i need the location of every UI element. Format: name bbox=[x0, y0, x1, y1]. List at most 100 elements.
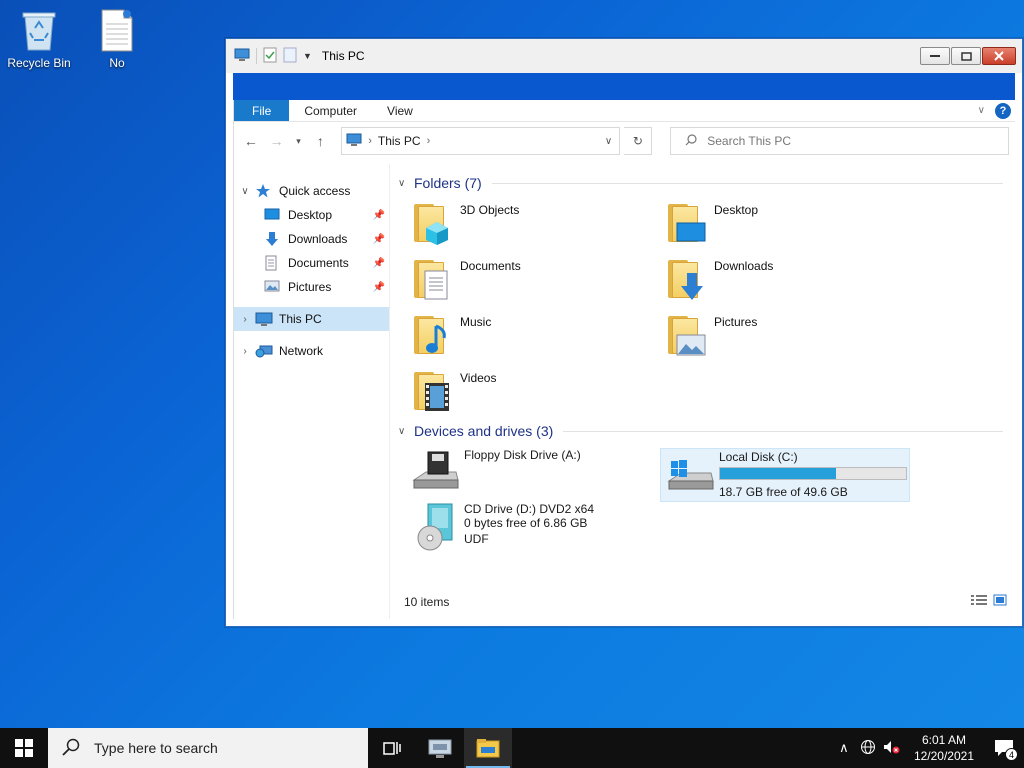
folder-desktop[interactable]: Desktop bbox=[666, 200, 920, 248]
desktop-icon-label: Recycle Bin bbox=[7, 56, 71, 70]
close-button[interactable] bbox=[982, 47, 1016, 65]
drive-local-c[interactable]: Local Disk (C:) 18.7 GB free of 49.6 GB bbox=[660, 448, 910, 502]
taskbar-app-file-explorer[interactable] bbox=[464, 728, 512, 768]
sidebar-item-network[interactable]: › Network bbox=[234, 339, 389, 363]
refresh-button[interactable]: ↻ bbox=[624, 127, 653, 155]
sidebar-item-documents[interactable]: Documents 📌 bbox=[234, 251, 389, 275]
tab-file[interactable]: File bbox=[234, 100, 290, 121]
drive-free-space: 18.7 GB free of 49.6 GB bbox=[719, 485, 848, 499]
taskbar: Type here to search ∧ 6:01 AM 12/20/2021… bbox=[0, 728, 1024, 768]
clock[interactable]: 6:01 AM 12/20/2021 bbox=[904, 732, 984, 764]
sidebar-item-label: Network bbox=[279, 344, 324, 358]
chevron-down-icon[interactable]: ∨ bbox=[398, 426, 412, 437]
network-icon bbox=[255, 343, 273, 359]
chevron-right-icon[interactable]: › bbox=[427, 135, 431, 147]
system-tray: ∧ 6:01 AM 12/20/2021 4 bbox=[832, 728, 1024, 768]
large-icons-view-icon[interactable] bbox=[993, 594, 1007, 609]
chevron-right-icon[interactable]: › bbox=[235, 314, 255, 325]
sidebar-item-this-pc[interactable]: › This PC bbox=[234, 307, 389, 331]
search-input[interactable] bbox=[707, 134, 988, 148]
volume-muted-icon[interactable] bbox=[880, 739, 904, 758]
divider bbox=[256, 48, 257, 64]
folder-downloads[interactable]: Downloads bbox=[666, 256, 920, 304]
clock-time: 6:01 AM bbox=[921, 733, 966, 747]
chevron-down-icon[interactable]: ∨ bbox=[597, 136, 619, 147]
group-header-label: Folders (7) bbox=[414, 175, 482, 191]
group-header-folders[interactable]: ∨ Folders (7) bbox=[398, 172, 1003, 194]
folder-documents[interactable]: Documents bbox=[412, 256, 666, 304]
action-center-button[interactable]: 4 bbox=[984, 728, 1024, 768]
up-button[interactable]: ↑ bbox=[309, 130, 331, 152]
folder-pictures[interactable]: Pictures bbox=[666, 312, 920, 360]
desktop-icon-no[interactable]: No bbox=[81, 8, 153, 70]
search-icon bbox=[62, 738, 80, 759]
address-bar[interactable]: › This PC › ∨ bbox=[341, 127, 621, 155]
new-folder-icon[interactable] bbox=[283, 47, 297, 66]
maximize-button[interactable] bbox=[951, 47, 981, 65]
title-bar[interactable]: ▼ This PC bbox=[226, 39, 1022, 73]
sidebar-item-label: Quick access bbox=[279, 184, 351, 198]
group-header-drives[interactable]: ∨ Devices and drives (3) bbox=[398, 420, 1003, 442]
task-view-button[interactable] bbox=[368, 728, 416, 768]
drive-label: Floppy Disk Drive (A:) bbox=[464, 448, 581, 462]
folder-downloads-icon bbox=[666, 256, 710, 304]
folder-3d-objects[interactable]: 3D Objects bbox=[412, 200, 666, 248]
sidebar-item-label: Downloads bbox=[288, 232, 348, 246]
customize-quick-access-icon[interactable]: ▼ bbox=[303, 51, 312, 61]
chevron-down-icon[interactable]: ∨ bbox=[235, 186, 255, 197]
content-pane: ∨ Folders (7) 3D Objects Desktop Documen… bbox=[390, 164, 1015, 619]
server-manager-icon bbox=[428, 739, 452, 758]
pin-icon[interactable]: 📌 bbox=[373, 210, 385, 221]
folder-documents-icon bbox=[412, 256, 456, 304]
folder-videos[interactable]: Videos bbox=[412, 368, 666, 416]
recent-locations-button[interactable]: ▾ bbox=[292, 130, 306, 152]
sidebar-item-downloads[interactable]: Downloads 📌 bbox=[234, 227, 389, 251]
navigation-pane: ∨ Quick access Desktop 📌 Downloads 📌 Doc bbox=[234, 164, 390, 619]
computer-icon bbox=[234, 48, 250, 65]
pin-icon[interactable]: 📌 bbox=[373, 282, 385, 293]
chevron-right-icon[interactable]: › bbox=[235, 346, 255, 357]
explorer-window: ▼ This PC File Computer View ∨ ? ← → ▾ ↑ bbox=[225, 38, 1023, 627]
drive-label: CD Drive (D:) DVD2 x64 bbox=[464, 502, 595, 516]
folder-music[interactable]: Music bbox=[412, 312, 666, 360]
breadcrumb-this-pc[interactable]: This PC bbox=[378, 134, 421, 148]
show-hidden-icons-icon[interactable]: ∧ bbox=[832, 740, 856, 756]
search-box[interactable] bbox=[670, 127, 1009, 155]
recycle-bin-icon bbox=[19, 8, 59, 52]
expand-ribbon-icon[interactable]: ∨ bbox=[978, 105, 985, 116]
forward-button[interactable]: → bbox=[266, 130, 288, 152]
chevron-down-icon[interactable]: ∨ bbox=[398, 178, 412, 189]
start-button[interactable] bbox=[0, 728, 48, 768]
sidebar-item-label: Pictures bbox=[288, 280, 332, 294]
sidebar-item-quick-access[interactable]: ∨ Quick access bbox=[234, 179, 389, 203]
tab-view[interactable]: View bbox=[372, 100, 428, 121]
folder-3d-objects-icon bbox=[412, 200, 456, 248]
network-globe-icon[interactable] bbox=[856, 739, 880, 758]
drive-floppy-a[interactable]: Floppy Disk Drive (A:) bbox=[412, 448, 666, 502]
folder-label: Documents bbox=[460, 259, 521, 273]
pin-icon[interactable]: 📌 bbox=[373, 258, 385, 269]
help-icon[interactable]: ? bbox=[995, 102, 1011, 119]
sidebar-item-label: This PC bbox=[279, 312, 322, 326]
folder-label: Downloads bbox=[714, 259, 774, 273]
file-explorer-icon bbox=[476, 739, 500, 758]
drive-cd-d[interactable]: CD Drive (D:) DVD2 x64 0 bytes free of 6… bbox=[412, 502, 666, 562]
desktop-icon-label: No bbox=[109, 56, 125, 70]
drive-usage-bar bbox=[719, 467, 907, 480]
sidebar-item-desktop[interactable]: Desktop 📌 bbox=[234, 203, 389, 227]
pin-icon[interactable]: 📌 bbox=[373, 234, 385, 245]
document-icon bbox=[97, 8, 137, 52]
notification-count-badge: 4 bbox=[1005, 748, 1018, 761]
details-view-icon[interactable] bbox=[971, 594, 987, 609]
desktop-icon-recycle-bin[interactable]: Recycle Bin bbox=[3, 8, 75, 70]
taskbar-search[interactable]: Type here to search bbox=[48, 728, 368, 768]
ribbon: File Computer View ∨ ? bbox=[234, 100, 1015, 122]
sidebar-item-pictures[interactable]: Pictures 📌 bbox=[234, 275, 389, 299]
folder-label: Pictures bbox=[714, 315, 758, 329]
properties-icon[interactable] bbox=[263, 47, 277, 66]
chevron-right-icon[interactable]: › bbox=[368, 135, 372, 147]
back-button[interactable]: ← bbox=[240, 130, 262, 152]
minimize-button[interactable] bbox=[920, 47, 950, 65]
taskbar-app-server-manager[interactable] bbox=[416, 728, 464, 768]
tab-computer[interactable]: Computer bbox=[289, 100, 372, 121]
